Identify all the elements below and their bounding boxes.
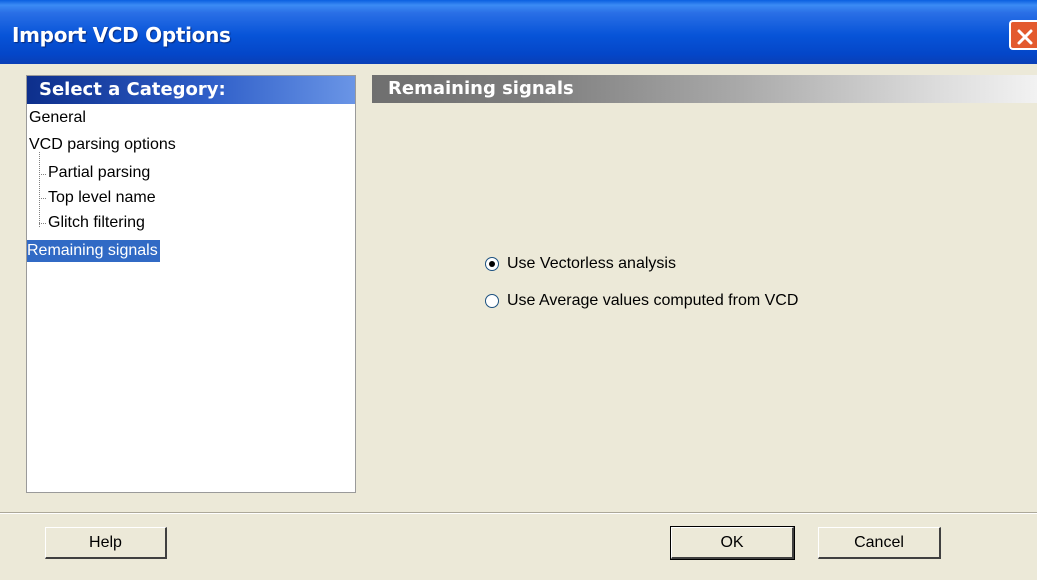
close-icon — [1017, 29, 1033, 45]
tree-connector-branch — [39, 174, 46, 175]
radio-button-checked[interactable] — [485, 257, 499, 271]
panel-header: Remaining signals — [372, 75, 1037, 103]
import-vcd-options-dialog: Import VCD Options Select a Category: Ge… — [0, 0, 1037, 580]
tree-item-top-level-name[interactable]: Top level name — [48, 187, 156, 209]
tree-item-partial-parsing[interactable]: Partial parsing — [48, 162, 150, 184]
tree-connector-line — [39, 152, 40, 227]
tree-item-label: Glitch filtering — [48, 214, 145, 231]
cancel-button[interactable]: Cancel — [818, 527, 941, 559]
tree-item-label: VCD parsing options — [29, 136, 176, 153]
tree-connector-branch — [39, 223, 46, 224]
tree-item-vcd-parsing-options[interactable]: VCD parsing options — [29, 134, 176, 156]
radio-use-vectorless-analysis[interactable]: Use Vectorless analysis — [485, 254, 745, 274]
radio-label: Use Average values computed from VCD — [507, 292, 799, 309]
tree-item-general[interactable]: General — [29, 107, 86, 129]
category-header: Select a Category: — [27, 76, 355, 104]
tree-item-glitch-filtering[interactable]: Glitch filtering — [48, 212, 145, 234]
help-button[interactable]: Help — [45, 527, 167, 559]
tree-item-label: Partial parsing — [48, 164, 151, 181]
panel-header-label: Remaining signals — [388, 78, 574, 99]
category-tree[interactable]: Select a Category: General VCD parsing o… — [26, 75, 356, 493]
footer-separator — [0, 512, 1037, 514]
tree-item-label: Remaining signals — [27, 242, 158, 259]
window-title: Import VCD Options — [12, 23, 231, 47]
radio-use-average-values[interactable]: Use Average values computed from VCD — [485, 291, 865, 311]
category-header-label: Select a Category: — [39, 79, 226, 100]
tree-connector-branch — [39, 198, 46, 199]
ok-button[interactable]: OK — [670, 526, 795, 560]
close-button[interactable] — [1009, 20, 1037, 50]
radio-label: Use Vectorless analysis — [507, 255, 676, 272]
tree-item-label: General — [29, 109, 86, 126]
tree-item-remaining-signals[interactable]: Remaining signals — [27, 240, 160, 262]
title-bar[interactable]: Import VCD Options — [0, 0, 1037, 64]
tree-item-label: Top level name — [48, 189, 156, 206]
radio-button-unchecked[interactable] — [485, 294, 499, 308]
radio-dot — [489, 261, 495, 267]
